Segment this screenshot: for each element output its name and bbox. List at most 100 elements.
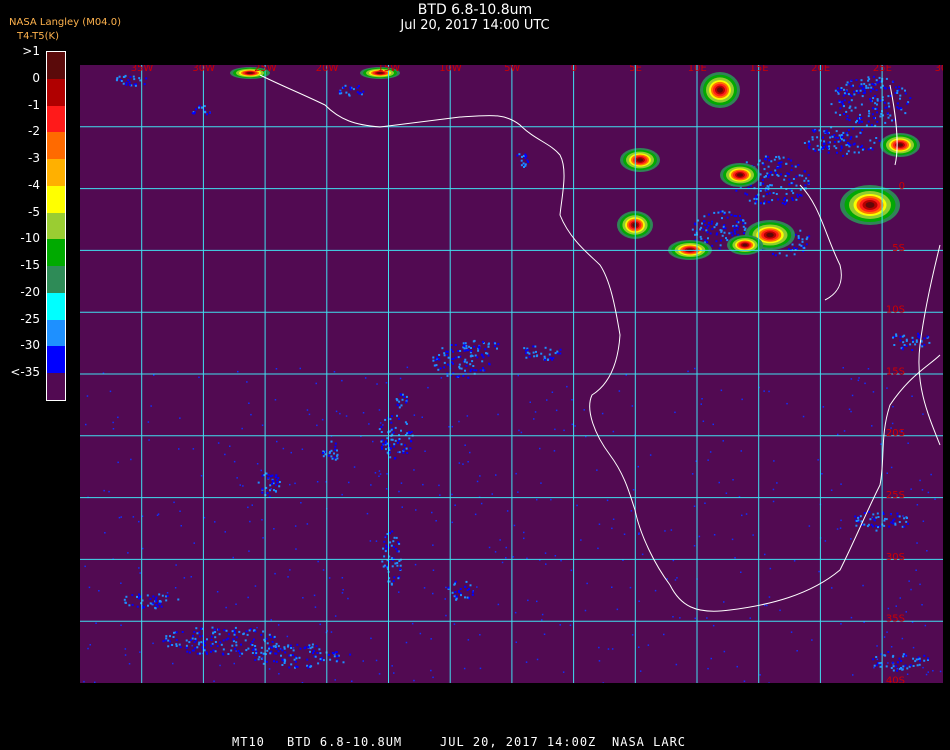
cloud-pixel bbox=[875, 516, 878, 519]
cloud-pixel bbox=[879, 99, 882, 102]
cloud-pixel bbox=[254, 645, 257, 647]
cloud-pixel bbox=[884, 121, 887, 124]
cloud-pixel bbox=[847, 150, 850, 153]
cloud-pixel bbox=[124, 648, 127, 650]
cloud-pixel bbox=[465, 347, 468, 350]
cloud-pixel bbox=[451, 591, 454, 594]
cloud-pixel bbox=[871, 516, 873, 519]
cloud-pixel bbox=[694, 223, 697, 226]
cloud-pixel bbox=[691, 228, 694, 231]
cloud-pixel bbox=[745, 161, 748, 164]
cloud-pixel bbox=[274, 476, 277, 479]
legend-swatch bbox=[47, 105, 65, 133]
cloud-pixel bbox=[836, 87, 839, 90]
cloud-pixel bbox=[454, 504, 456, 506]
cloud-pixel bbox=[193, 542, 195, 544]
cloud-pixel bbox=[786, 402, 788, 405]
cloud-pixel bbox=[122, 76, 125, 78]
cloud-pixel bbox=[883, 636, 886, 638]
cloud-pixel bbox=[764, 155, 767, 158]
cloud-pixel bbox=[601, 412, 604, 415]
cloud-pixel bbox=[896, 92, 899, 94]
cloud-pixel bbox=[138, 77, 141, 80]
cloud-pixel bbox=[432, 592, 434, 595]
cloud-pixel bbox=[443, 366, 446, 369]
cloud-pixel bbox=[859, 89, 862, 92]
cloud-pixel bbox=[410, 440, 413, 443]
cloud-pixel bbox=[857, 379, 860, 382]
cloud-pixel bbox=[850, 99, 853, 102]
cloud-pixel bbox=[768, 192, 771, 195]
cloud-pixel bbox=[798, 243, 801, 246]
cloud-pixel bbox=[268, 668, 271, 670]
legend-swatch bbox=[47, 159, 65, 186]
cloud-pixel bbox=[805, 177, 808, 180]
cloud-pixel bbox=[763, 202, 766, 205]
cloud-pixel bbox=[901, 637, 904, 640]
cloud-pixel bbox=[721, 210, 724, 213]
cloud-pixel bbox=[833, 145, 836, 148]
cloud-pixel bbox=[104, 532, 106, 534]
convective-cloud bbox=[766, 232, 774, 238]
cloud-pixel bbox=[334, 651, 337, 654]
cloud-pixel bbox=[873, 519, 876, 522]
cloud-pixel bbox=[269, 652, 272, 655]
cloud-pixel bbox=[606, 499, 609, 502]
legend-label: <-35 bbox=[10, 365, 40, 380]
cloud-pixel bbox=[790, 182, 793, 185]
cloud-pixel bbox=[496, 347, 498, 350]
cloud-pixel bbox=[152, 602, 155, 605]
cloud-pixel bbox=[167, 645, 170, 648]
cloud-pixel bbox=[295, 657, 298, 660]
cloud-pixel bbox=[774, 254, 777, 257]
cloud-pixel bbox=[777, 198, 780, 201]
cloud-pixel bbox=[674, 411, 676, 414]
cloud-pixel bbox=[217, 442, 220, 444]
cloud-pixel bbox=[923, 343, 926, 346]
cloud-pixel bbox=[891, 661, 894, 664]
cloud-pixel bbox=[175, 643, 178, 646]
cloud-pixel bbox=[902, 655, 905, 658]
cloud-pixel bbox=[143, 83, 146, 86]
cloud-pixel bbox=[597, 547, 599, 550]
cloud-pixel bbox=[786, 172, 789, 175]
satellite-map[interactable]: 35W30W25W20W15W10W5W05E10E15E20E25E30E35… bbox=[80, 65, 943, 683]
cloud-pixel bbox=[867, 368, 870, 370]
cloud-pixel bbox=[433, 364, 436, 367]
cloud-pixel bbox=[583, 409, 585, 411]
cloud-pixel bbox=[247, 506, 249, 509]
cloud-pixel bbox=[138, 520, 140, 523]
cloud-pixel bbox=[672, 616, 674, 618]
cloud-pixel bbox=[246, 381, 248, 383]
cloud-pixel bbox=[878, 76, 881, 79]
cloud-pixel bbox=[257, 481, 260, 484]
cloud-pixel bbox=[333, 452, 335, 455]
cloud-pixel bbox=[470, 347, 472, 349]
credit-source: NASA Langley (M04.0) bbox=[9, 17, 121, 28]
cloud-pixel bbox=[766, 604, 768, 607]
cloud-pixel bbox=[525, 661, 528, 663]
cloud-pixel bbox=[776, 482, 778, 484]
cloud-pixel bbox=[611, 586, 613, 588]
cloud-pixel bbox=[687, 370, 689, 373]
cloud-pixel bbox=[884, 654, 887, 657]
cloud-pixel bbox=[254, 654, 257, 657]
cloud-pixel bbox=[177, 598, 180, 601]
cloud-pixel bbox=[904, 92, 907, 95]
cloud-pixel bbox=[856, 145, 859, 148]
cloud-pixel bbox=[730, 231, 733, 234]
cloud-pixel bbox=[472, 590, 474, 592]
cloud-pixel bbox=[816, 144, 819, 147]
cloud-pixel bbox=[630, 510, 633, 512]
cloud-pixel bbox=[333, 655, 336, 658]
cloud-pixel bbox=[217, 628, 220, 631]
cloud-pixel bbox=[464, 596, 466, 599]
cloud-pixel bbox=[468, 587, 471, 590]
cloud-pixel bbox=[398, 406, 401, 409]
cloud-pixel bbox=[172, 636, 175, 638]
cloud-pixel bbox=[541, 619, 543, 621]
cloud-pixel bbox=[427, 386, 429, 389]
cloud-pixel bbox=[867, 86, 870, 89]
cloud-pixel bbox=[691, 473, 694, 475]
legend-swatch bbox=[47, 78, 65, 106]
